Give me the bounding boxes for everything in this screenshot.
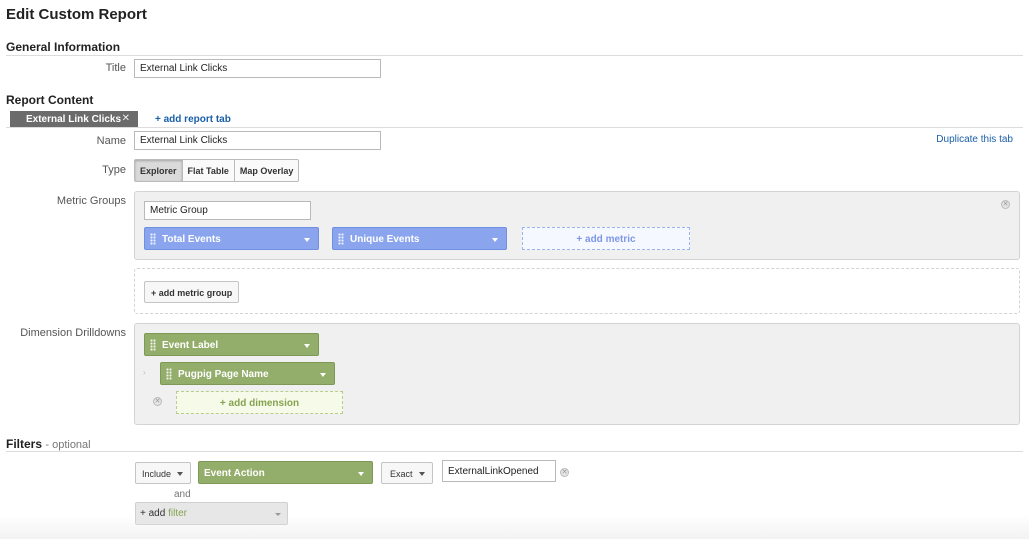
include-select[interactable]: Include: [135, 462, 191, 484]
add-report-tab-link[interactable]: + add report tab: [155, 114, 231, 125]
dimension-drilldowns-label: Dimension Drilldowns: [20, 327, 126, 339]
chevron-down-icon[interactable]: [304, 238, 310, 242]
filter-value-input[interactable]: [442, 460, 556, 482]
dimension-label: Event Label: [162, 340, 219, 351]
metric-group-name-input[interactable]: [144, 201, 311, 220]
chevron-down-icon[interactable]: [492, 238, 498, 242]
metric-group-panel: ✕ Total Events Unique Events + add metri…: [134, 191, 1020, 260]
remove-dimension-icon[interactable]: ✕: [153, 397, 162, 406]
metric-label: Unique Events: [350, 234, 420, 245]
divider: [6, 451, 1023, 452]
dimension-event-label[interactable]: Event Label: [144, 333, 319, 356]
match-type-label: Exact: [390, 469, 413, 479]
type-map-overlay-button[interactable]: Map Overlay: [235, 160, 299, 181]
add-metric-group-button[interactable]: + add metric group: [144, 281, 240, 303]
metric-total-events[interactable]: Total Events: [144, 227, 319, 250]
divider: [6, 55, 1023, 56]
filter-dimension-label: Event Action: [204, 468, 265, 479]
dimension-pugpig-page-name[interactable]: Pugpig Page Name: [160, 362, 335, 385]
metric-groups-label: Metric Groups: [56, 195, 126, 207]
remove-filter-icon[interactable]: ✕: [560, 468, 569, 477]
metric-unique-events[interactable]: Unique Events: [332, 227, 507, 250]
chevron-down-icon[interactable]: [320, 373, 326, 377]
filter-dimension-event-action[interactable]: Event Action: [198, 461, 373, 484]
duplicate-tab-link[interactable]: Duplicate this tab: [936, 134, 1013, 145]
chevron-down-icon[interactable]: [358, 472, 364, 476]
general-info-heading: General Information: [6, 40, 121, 54]
chevron-down-icon[interactable]: [304, 344, 310, 348]
drag-handle-icon[interactable]: [150, 233, 156, 245]
title-input[interactable]: [134, 59, 381, 78]
type-label: Type: [102, 164, 126, 176]
name-input[interactable]: [134, 131, 381, 150]
page-title: Edit Custom Report: [6, 6, 147, 23]
drag-handle-icon[interactable]: [166, 368, 172, 380]
include-label: Include: [142, 469, 172, 479]
add-dimension-button[interactable]: + add dimension: [176, 391, 343, 414]
filters-optional: - optional: [45, 439, 91, 451]
type-explorer-button[interactable]: Explorer: [135, 160, 183, 181]
chevron-down-icon: [419, 472, 425, 476]
filters-heading: Filters - optional: [6, 437, 91, 451]
drag-handle-icon[interactable]: [338, 233, 344, 245]
type-selector: Explorer Flat Table Map Overlay: [134, 159, 300, 182]
add-metric-button[interactable]: + add metric: [522, 227, 690, 250]
drag-handle-icon[interactable]: [150, 339, 156, 351]
tab-label: External Link Clicks: [26, 114, 122, 125]
remove-metric-group-icon[interactable]: ✕: [1001, 200, 1010, 209]
chevron-right-icon: ›: [143, 368, 146, 377]
dimension-label: Pugpig Page Name: [178, 369, 269, 380]
bottom-fade: [0, 515, 1029, 539]
dimension-panel: Event Label › Pugpig Page Name ✕ + add d…: [134, 323, 1020, 425]
filters-title: Filters: [6, 437, 43, 451]
type-flat-table-button[interactable]: Flat Table: [183, 160, 235, 181]
and-label: and: [174, 489, 191, 500]
divider: [6, 127, 1023, 128]
name-label: Name: [96, 135, 126, 147]
title-label: Title: [105, 62, 126, 74]
metric-label: Total Events: [162, 234, 221, 245]
match-type-select[interactable]: Exact: [381, 462, 433, 484]
add-metric-group-area: + add metric group: [134, 268, 1020, 314]
chevron-down-icon: [177, 472, 183, 476]
report-content-heading: Report Content: [6, 93, 94, 107]
tab-external-link-clicks[interactable]: External Link Clicks ✕: [10, 111, 138, 127]
close-icon[interactable]: ✕: [122, 113, 130, 124]
